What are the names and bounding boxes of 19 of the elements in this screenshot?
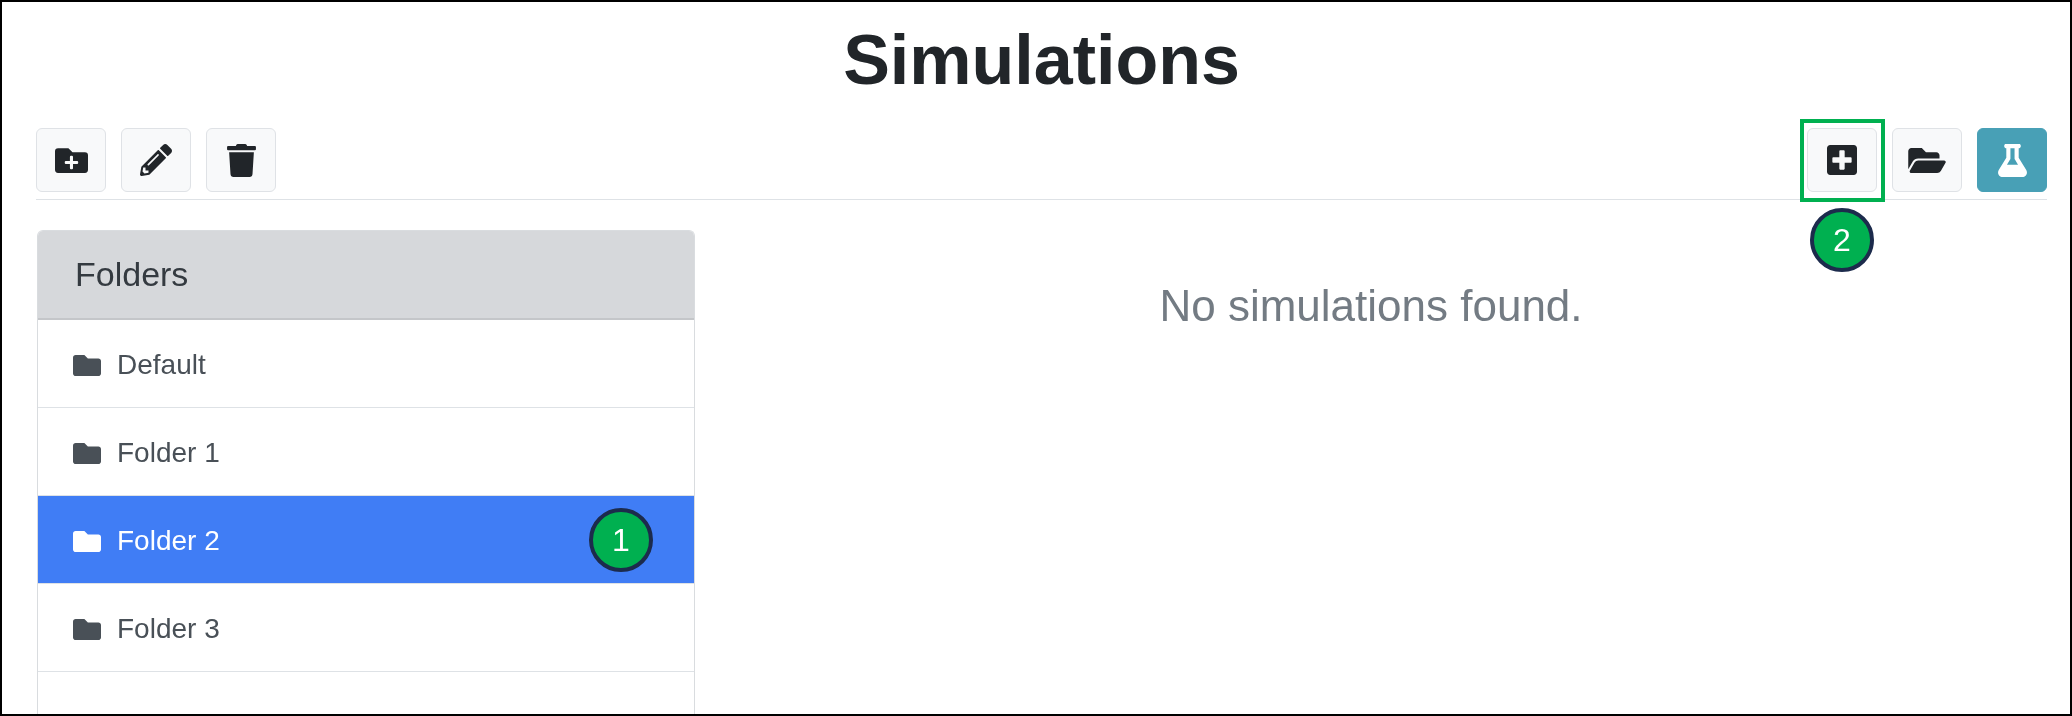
page-title: Simulations: [843, 20, 1240, 101]
folder-icon: [73, 442, 101, 464]
edit-button[interactable]: [121, 128, 191, 192]
trash-icon: [226, 143, 256, 177]
add-button[interactable]: [1807, 128, 1877, 192]
empty-message: No simulations found.: [1159, 280, 1583, 332]
folder-icon: [73, 354, 101, 376]
delete-button[interactable]: [206, 128, 276, 192]
pencil-icon: [140, 144, 172, 176]
folder-icon: [73, 530, 101, 552]
folder-icon: [73, 618, 101, 640]
panel-title: Folders: [75, 255, 189, 294]
new-folder-button[interactable]: [36, 128, 106, 192]
step-number: 2: [1810, 208, 1874, 272]
flask-button[interactable]: [1977, 128, 2047, 192]
open-folder-button[interactable]: [1892, 128, 1962, 192]
folder-plus-icon: [54, 147, 88, 173]
folder-open-icon: [1908, 147, 1946, 173]
flask-icon: [1997, 143, 2027, 177]
